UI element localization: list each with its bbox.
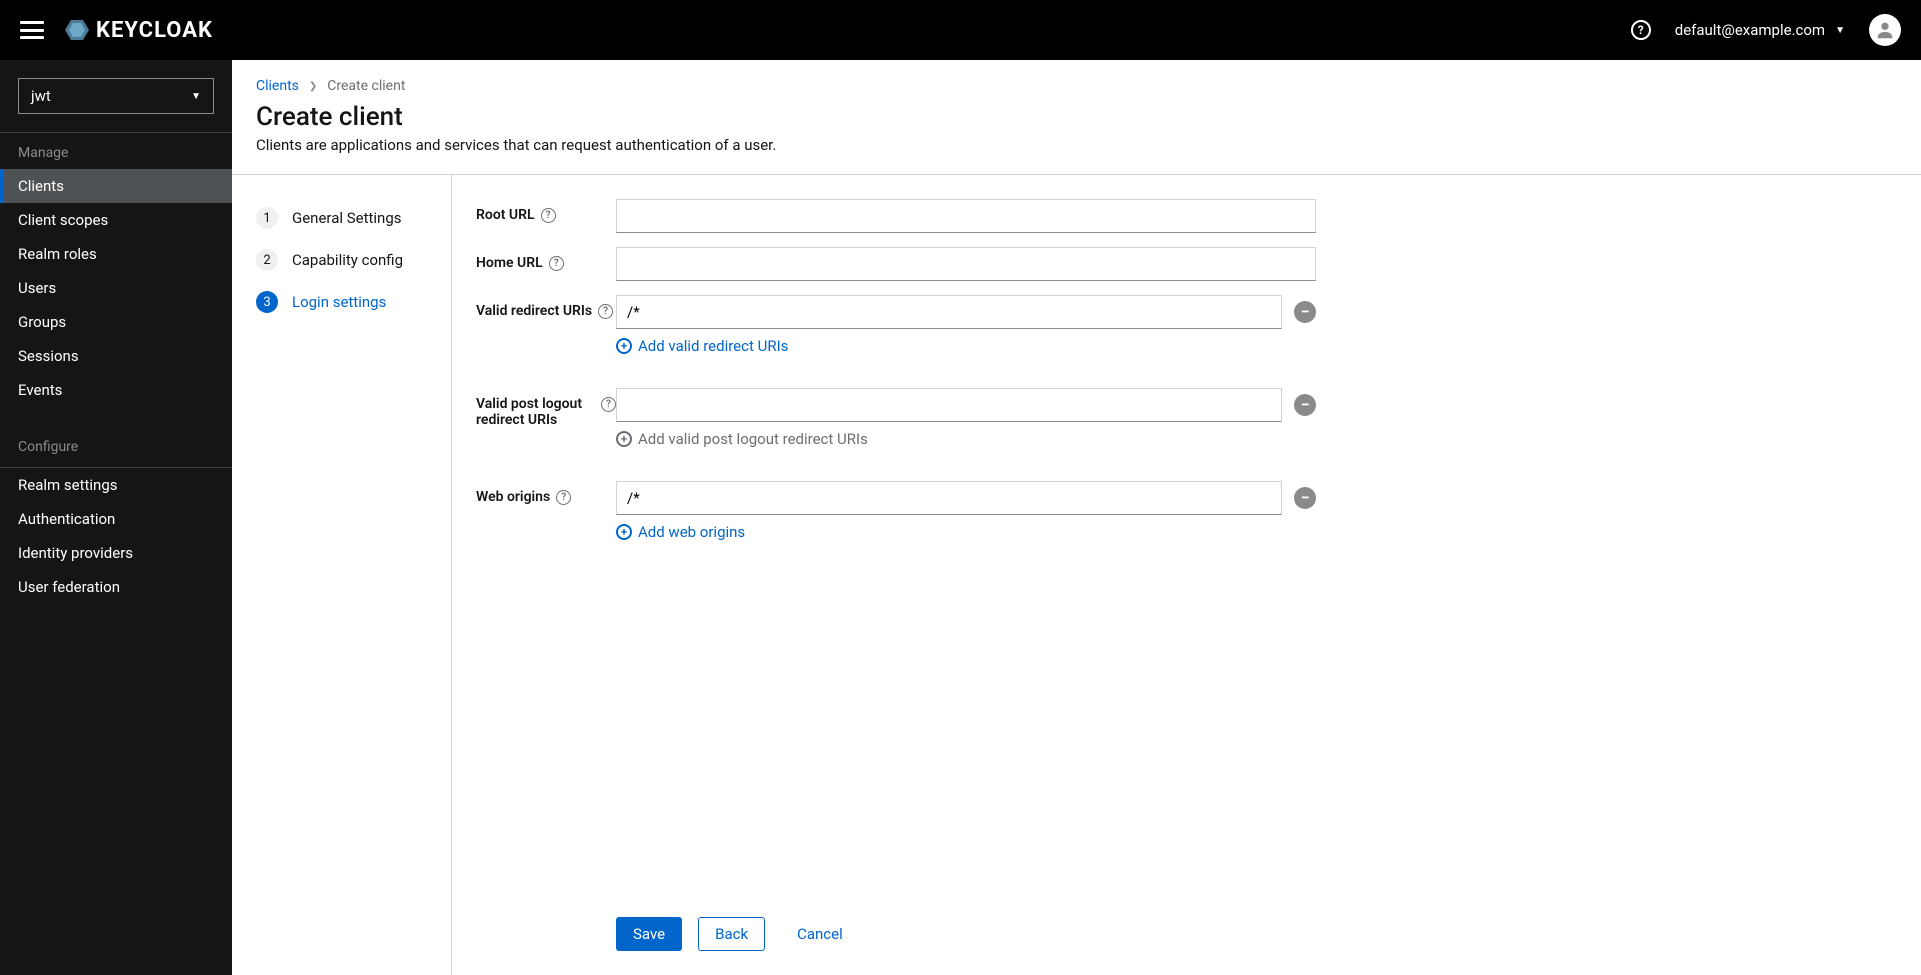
breadcrumb: Clients ❯ Create client xyxy=(232,60,1921,102)
step-label: Login settings xyxy=(292,293,386,311)
step-number: 2 xyxy=(256,249,278,271)
cancel-button[interactable]: Cancel xyxy=(781,918,859,950)
sidebar: jwt ▼ Manage Clients Client scopes Realm… xyxy=(0,60,232,975)
nav-user-federation[interactable]: User federation xyxy=(0,570,232,604)
nav-identity-providers[interactable]: Identity providers xyxy=(0,536,232,570)
step-label: General Settings xyxy=(292,209,402,227)
wizard-step-capability[interactable]: 2 Capability config xyxy=(256,249,427,271)
back-button[interactable]: Back xyxy=(698,917,765,951)
nav-authentication[interactable]: Authentication xyxy=(0,502,232,536)
nav-section-manage: Manage xyxy=(0,133,232,169)
web-origins-label: Web origins xyxy=(476,489,550,505)
nav-realm-settings[interactable]: Realm settings xyxy=(0,468,232,502)
plus-circle-icon xyxy=(616,431,632,447)
root-url-input[interactable] xyxy=(616,199,1316,233)
add-post-logout-label: Add valid post logout redirect URIs xyxy=(638,430,868,448)
home-url-input[interactable] xyxy=(616,247,1316,281)
add-web-origin-link[interactable]: Add web origins xyxy=(616,523,745,541)
help-icon[interactable]: ? xyxy=(556,490,571,505)
plus-circle-icon xyxy=(616,524,632,540)
root-url-label: Root URL xyxy=(476,207,535,223)
breadcrumb-parent[interactable]: Clients xyxy=(256,78,299,94)
caret-down-icon: ▼ xyxy=(191,91,201,102)
help-icon[interactable]: ? xyxy=(541,208,556,223)
web-origin-input[interactable] xyxy=(616,481,1282,515)
nav-sessions[interactable]: Sessions xyxy=(0,339,232,373)
hamburger-menu-icon[interactable] xyxy=(20,21,44,39)
plus-circle-icon xyxy=(616,338,632,354)
keycloak-logo[interactable]: KEYCLOAK xyxy=(64,18,213,43)
help-icon[interactable]: ? xyxy=(601,397,616,412)
nav-section-configure: Configure xyxy=(0,427,232,463)
post-logout-label: Valid post logout redirect URIs xyxy=(476,396,595,428)
remove-icon[interactable]: − xyxy=(1294,487,1316,509)
nav-users[interactable]: Users xyxy=(0,271,232,305)
home-url-label: Home URL xyxy=(476,255,543,271)
realm-name: jwt xyxy=(31,87,51,105)
main-content: Clients ❯ Create client Create client Cl… xyxy=(232,60,1921,975)
user-email: default@example.com xyxy=(1675,21,1825,39)
post-logout-uri-input[interactable] xyxy=(616,388,1282,422)
wizard-nav: 1 General Settings 2 Capability config 3… xyxy=(232,175,452,975)
help-icon[interactable]: ? xyxy=(549,256,564,271)
nav-client-scopes[interactable]: Client scopes xyxy=(0,203,232,237)
save-button[interactable]: Save xyxy=(616,917,682,951)
chevron-right-icon: ❯ xyxy=(309,81,317,92)
footer-actions: Save Back Cancel xyxy=(476,893,1897,975)
caret-down-icon: ▼ xyxy=(1835,25,1845,36)
step-label: Capability config xyxy=(292,251,403,269)
keycloak-logo-icon xyxy=(64,18,90,42)
logo-text: KEYCLOAK xyxy=(96,18,213,43)
realm-selector[interactable]: jwt ▼ xyxy=(18,78,214,114)
nav-clients[interactable]: Clients xyxy=(0,169,232,203)
top-header: KEYCLOAK ? default@example.com ▼ xyxy=(0,0,1921,60)
remove-icon[interactable]: − xyxy=(1294,301,1316,323)
nav-realm-roles[interactable]: Realm roles xyxy=(0,237,232,271)
user-menu[interactable]: default@example.com ▼ xyxy=(1675,21,1845,39)
step-number: 1 xyxy=(256,207,278,229)
help-icon[interactable]: ? xyxy=(1631,20,1651,40)
redirect-uris-label: Valid redirect URIs xyxy=(476,303,592,319)
add-redirect-uri-link[interactable]: Add valid redirect URIs xyxy=(616,337,788,355)
page-title: Create client xyxy=(256,102,1897,132)
wizard-step-login[interactable]: 3 Login settings xyxy=(256,291,427,313)
wizard-step-general[interactable]: 1 General Settings xyxy=(256,207,427,229)
help-icon[interactable]: ? xyxy=(598,304,613,319)
nav-events[interactable]: Events xyxy=(0,373,232,407)
add-web-origin-label: Add web origins xyxy=(638,523,745,541)
user-icon xyxy=(1874,19,1896,41)
page-description: Clients are applications and services th… xyxy=(256,136,1897,154)
remove-icon[interactable]: − xyxy=(1294,394,1316,416)
add-redirect-uri-label: Add valid redirect URIs xyxy=(638,337,788,355)
nav-groups[interactable]: Groups xyxy=(0,305,232,339)
avatar[interactable] xyxy=(1869,14,1901,46)
add-post-logout-link[interactable]: Add valid post logout redirect URIs xyxy=(616,430,868,448)
redirect-uri-input[interactable] xyxy=(616,295,1282,329)
breadcrumb-current: Create client xyxy=(327,78,405,94)
step-number: 3 xyxy=(256,291,278,313)
